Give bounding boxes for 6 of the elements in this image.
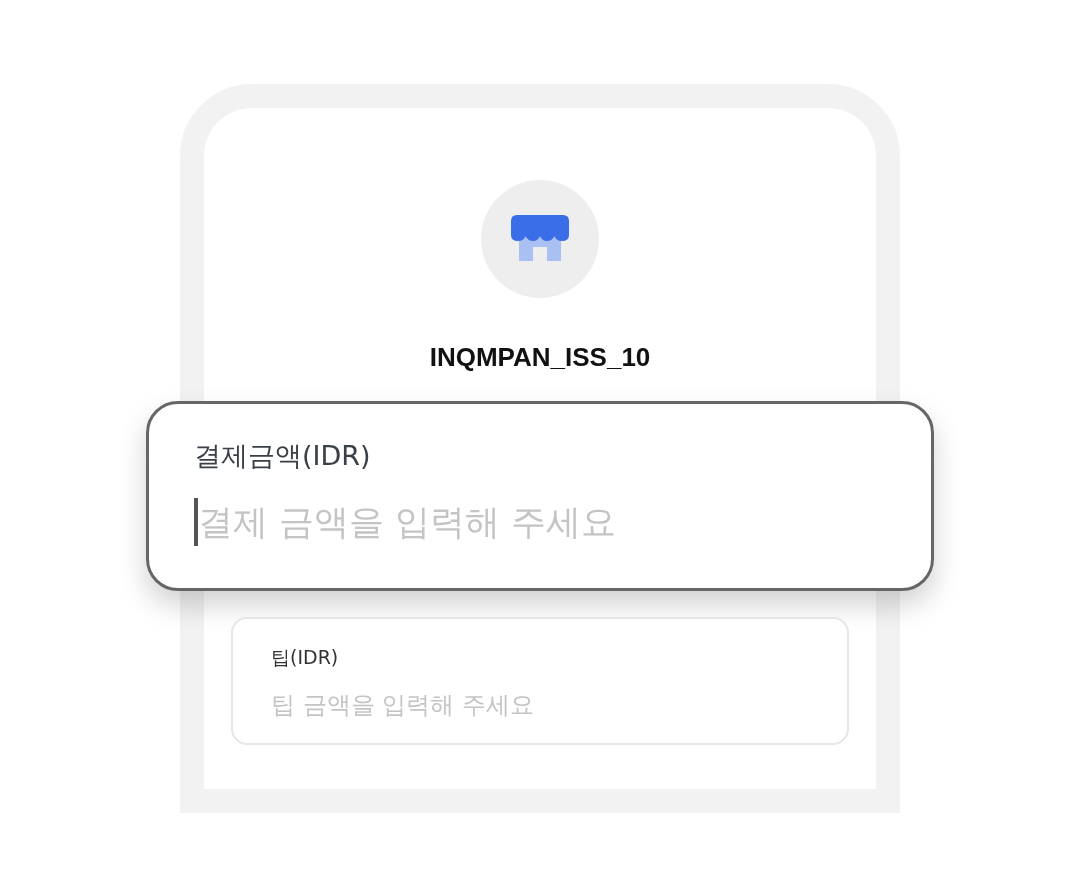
amount-input[interactable]: 팁 금액을 입력해 주세요: [271, 691, 809, 719]
amount-input[interactable]: 결제 금액을 입력해 주세요: [198, 502, 886, 542]
store-icon: [511, 215, 569, 263]
merchant-name: INQMPAN_ISS_10: [429, 342, 651, 373]
field-label: 팁(IDR): [271, 645, 340, 670]
field-label: 결제금액(IDR): [194, 439, 372, 473]
